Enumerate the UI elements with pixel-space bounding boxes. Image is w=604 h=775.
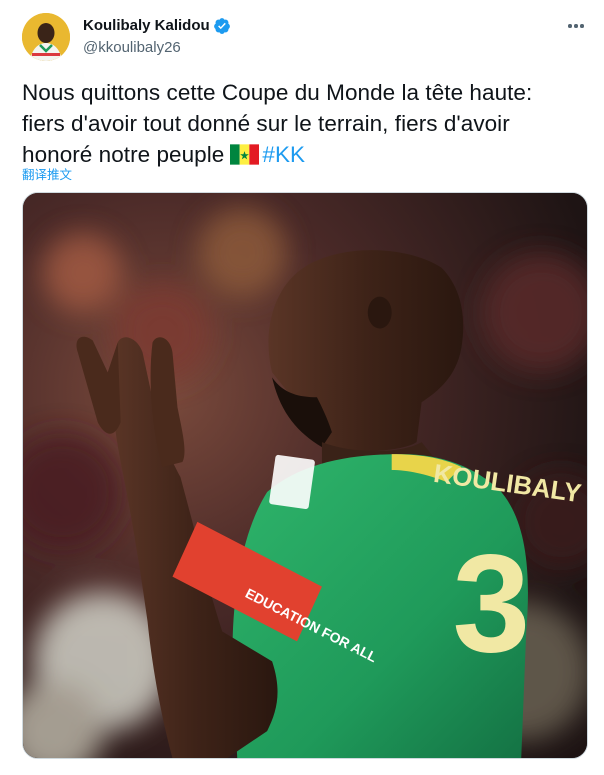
senegal-flag-icon [230,144,260,165]
jersey-number: 3 [453,525,531,681]
dot [580,24,584,28]
tweet-line-1: Nous quittons cette Coupe du Monde la tê… [22,80,533,105]
tweet-line-2: fiers d'avoir tout donné sur le terrain,… [22,111,510,136]
avatar-image [22,13,70,61]
verified-badge-icon [213,18,230,34]
translate-tweet-link[interactable]: 翻译推文 [22,164,72,183]
tweet-photo[interactable]: KOULIBALY 3 EDUCATION FOR ALL [22,192,588,759]
user-avatar[interactable] [22,13,70,61]
hashtag-link[interactable]: #KK [262,142,305,167]
author-block: Koulibaly Kalidou @kkoulibaly26 [83,16,231,58]
user-handle[interactable]: @kkoulibaly26 [83,38,231,58]
more-options-icon[interactable] [564,14,588,38]
display-name[interactable]: Koulibaly Kalidou [83,16,210,36]
dot [568,24,572,28]
dot [574,24,578,28]
tweet-line-3: honoré notre peuple #KK [22,139,592,170]
name-row: Koulibaly Kalidou [83,16,231,36]
tweet-text: Nous quittons cette Coupe du Monde la tê… [22,77,592,170]
tweet-card: Koulibaly Kalidou @kkoulibaly26 Nous qui… [0,0,604,775]
photo-image: KOULIBALY 3 EDUCATION FOR ALL [23,193,587,758]
